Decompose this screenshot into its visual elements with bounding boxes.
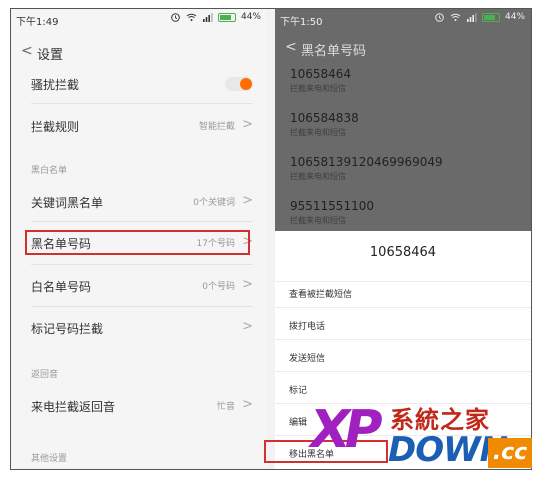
ringback-tone-row[interactable]: 来电拦截返回音 忙音 > [11,385,267,427]
keyword-blacklist-value: 0个关键词 [193,198,235,208]
dimmed-overlay: 下午1:50 44% < 黑名单号码 10658464 拦截来电和短信 1065… [275,9,531,231]
block-rules-value: 智能拦截 [198,122,235,132]
blacklist-number-item[interactable]: 95511551100 拦截来电和短信 [290,199,374,226]
block-rules-row[interactable]: 拦截规则 智能拦截 > [11,105,267,147]
divider [275,339,531,340]
signal-icon [202,13,213,22]
blacklist-highlight-box [25,230,250,255]
back-button[interactable]: < [285,40,297,54]
keyword-blacklist-label: 关键词黑名单 [31,196,104,210]
signal-icon [466,13,477,22]
blacklist-number-item[interactable]: 106584838 拦截来电和短信 [290,111,359,138]
blocked-number: 106584838 [290,111,359,125]
keyword-blacklist-row[interactable]: 关键词黑名单 0个关键词 > [11,181,267,223]
harass-block-label: 骚扰拦截 [31,78,80,92]
whitelist-numbers-value: 0个号码 [202,282,235,292]
section-header-other: 其他设置 [31,454,68,464]
battery-icon [217,12,236,22]
divider [275,307,531,308]
chevron-right-icon: > [242,319,253,334]
chevron-right-icon: > [242,193,253,208]
section-header-blackwhite: 黑白名单 [31,166,68,176]
alarm-icon [171,13,180,22]
send-sms-action[interactable]: 发送短信 [289,351,325,364]
status-time: 下午1:49 [16,17,59,28]
marked-numbers-row[interactable]: 标记号码拦截 > [11,307,267,349]
block-mode-text: 拦截来电和短信 [290,128,346,137]
page-title: 设置 [37,48,64,63]
harass-block-toggle[interactable] [225,77,253,91]
toggle-knob [240,78,252,90]
call-action[interactable]: 拨打电话 [289,319,325,332]
blocked-number: 95511551100 [290,199,374,213]
status-bar: 下午1:50 44% [275,9,531,29]
ringback-tone-value: 忙音 [216,402,235,412]
status-icons: 44% [434,12,525,22]
block-mode-text: 拦截来电和短信 [290,216,346,225]
chevron-right-icon: > [242,117,253,132]
title-bar: < 黑名单号码 [275,27,531,67]
blocked-number: 1065813912046996904​9 [290,155,443,169]
status-bar: 下午1:49 44% [11,9,267,29]
back-button[interactable]: < [21,44,33,58]
whitelist-numbers-label: 白名单号码 [31,280,92,294]
watermark-cc: .cc [488,438,532,468]
harass-block-row[interactable]: 骚扰拦截 [11,63,267,105]
watermark-xp: XP [304,400,382,460]
status-icons: 44% [170,12,261,22]
mark-action[interactable]: 标记 [289,383,307,396]
blacklist-number-item[interactable]: 10658464 拦截来电和短信 [290,67,351,94]
section-header-return-tone: 返回音 [31,370,59,380]
alarm-icon [435,13,444,22]
block-rules-label: 拦截规则 [31,120,80,134]
divider [275,281,531,282]
divider [275,371,531,372]
marked-numbers-label: 标记号码拦截 [31,322,104,336]
chevron-right-icon: > [242,277,253,292]
blocked-number: 10658464 [290,67,352,81]
wifi-icon [450,13,461,21]
status-time: 下午1:50 [280,17,323,28]
block-mode-text: 拦截来电和短信 [290,172,346,181]
battery-percent: 44% [504,12,525,22]
divider [31,103,253,104]
site-watermark: XP 系統之家 DOWN .cc [302,398,534,474]
whitelist-numbers-row[interactable]: 白名单号码 0个号码 > [11,265,267,307]
blacklist-number-item[interactable]: 1065813912046996904​9 拦截来电和短信 [290,155,443,182]
wifi-icon [186,13,197,21]
battery-percent: 44% [240,12,261,22]
chevron-right-icon: > [242,397,253,412]
ringback-tone-label: 来电拦截返回音 [31,400,116,414]
page-title: 黑名单号码 [301,44,367,59]
view-blocked-sms-action[interactable]: 查看被拦截短信 [289,287,352,300]
block-mode-text: 拦截来电和短信 [290,84,346,93]
battery-icon [481,12,500,22]
action-sheet-title: 10658464 [369,245,437,260]
